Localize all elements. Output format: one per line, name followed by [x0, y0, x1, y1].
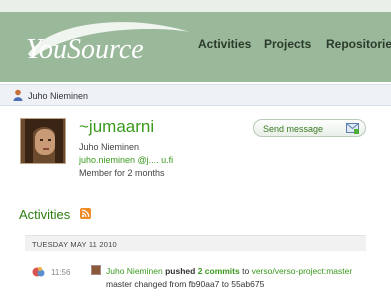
site-header: YouSource Activities Projects Repositori…: [0, 0, 391, 82]
nav-activities[interactable]: Activities: [198, 37, 251, 51]
header-top-strip: [0, 0, 391, 12]
profile-member-since: Member for 2 months: [79, 168, 165, 178]
activity-date: TUESDAY MAY 11 2010: [32, 240, 117, 249]
send-message-label: Send message: [263, 124, 324, 134]
event-action: pushed: [165, 266, 196, 276]
event-summary: Juho Nieminen pushed 2 commits to verso/…: [106, 266, 352, 276]
nav-repositories[interactable]: Repositories: [326, 37, 391, 51]
event-time: 11:56: [51, 268, 71, 277]
avatar: [20, 118, 66, 164]
event-commits-link[interactable]: 2 commits: [198, 266, 240, 276]
event-target-link[interactable]: verso/verso-project:master: [252, 266, 353, 276]
event-detail: master changed from fb90aa7 to 55ab675: [106, 279, 265, 289]
push-event-icon: [32, 267, 45, 277]
activities-heading: Activities: [19, 207, 71, 222]
envelope-icon: [346, 123, 359, 134]
activity-date-header: TUESDAY MAY 11 2010: [25, 235, 366, 251]
profile-full-name: Juho Nieminen: [79, 142, 140, 152]
user-icon: [13, 89, 23, 101]
breadcrumb: Juho Nieminen: [0, 84, 391, 106]
breadcrumb-user[interactable]: Juho Nieminen: [28, 91, 88, 101]
yousource-logo[interactable]: YouSource: [22, 18, 192, 68]
event-to-word: to: [242, 266, 250, 276]
svg-text:YouSource: YouSource: [26, 34, 144, 65]
event-user-link[interactable]: Juho Nieminen: [106, 266, 163, 276]
profile-email[interactable]: juho.nieminen @j.... u.fi: [79, 155, 173, 165]
nav-projects[interactable]: Projects: [264, 37, 311, 51]
send-message-button[interactable]: Send message: [253, 119, 366, 137]
event-user-avatar: [91, 265, 101, 275]
profile-login: ~jumaarni: [79, 117, 155, 136]
rss-icon[interactable]: [80, 208, 91, 219]
